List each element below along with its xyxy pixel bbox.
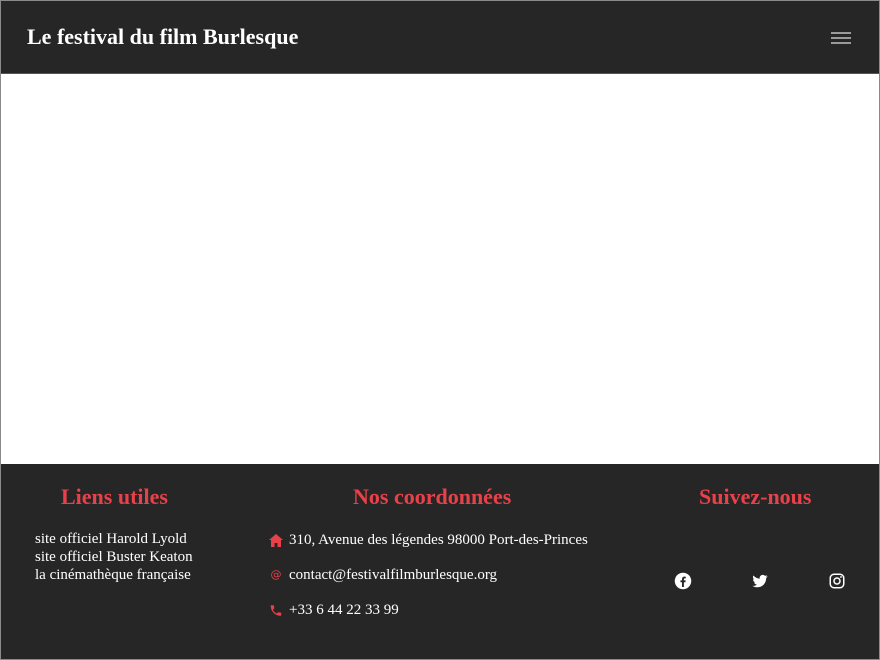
facebook-icon: [674, 572, 692, 590]
contact-phone: +33 6 44 22 33 99: [269, 601, 399, 619]
menu-button[interactable]: [829, 27, 853, 49]
phone-icon: [269, 603, 283, 617]
twitter-link[interactable]: [751, 572, 769, 590]
main-content: [1, 74, 879, 464]
twitter-icon: [752, 574, 768, 588]
link-cinematheque[interactable]: la cinémathèque française: [35, 566, 193, 584]
at-icon: @: [270, 568, 282, 581]
site-header: Le festival du film Burlesque: [1, 1, 879, 74]
instagram-link[interactable]: [828, 572, 846, 590]
instagram-icon: [829, 573, 845, 589]
links-title: Liens utiles: [61, 484, 168, 509]
useful-links-list: site officiel Harold Lyold site officiel…: [35, 530, 193, 584]
social-title: Suivez-nous: [699, 484, 812, 509]
site-title[interactable]: Le festival du film Burlesque: [27, 23, 298, 51]
home-icon: [269, 533, 283, 547]
address-text: 310, Avenue des légendes 98000 Port-des-…: [289, 532, 588, 548]
site-footer: Liens utiles site officiel Harold Lyold …: [1, 464, 879, 659]
contact-email: @ contact@festivalfilmburlesque.org: [269, 566, 498, 584]
link-harold-lloyd[interactable]: site officiel Harold Lyold: [35, 530, 193, 548]
contact-title: Nos coordonnées: [353, 484, 512, 509]
phone-text[interactable]: +33 6 44 22 33 99: [289, 601, 399, 619]
contact-address: 310, Avenue des légendes 98000 Port-des-…: [269, 531, 588, 549]
facebook-link[interactable]: [674, 572, 692, 590]
link-buster-keaton[interactable]: site officiel Buster Keaton: [35, 548, 193, 566]
email-text[interactable]: contact@festivalfilmburlesque.org: [289, 566, 497, 584]
hamburger-icon: [831, 32, 851, 44]
